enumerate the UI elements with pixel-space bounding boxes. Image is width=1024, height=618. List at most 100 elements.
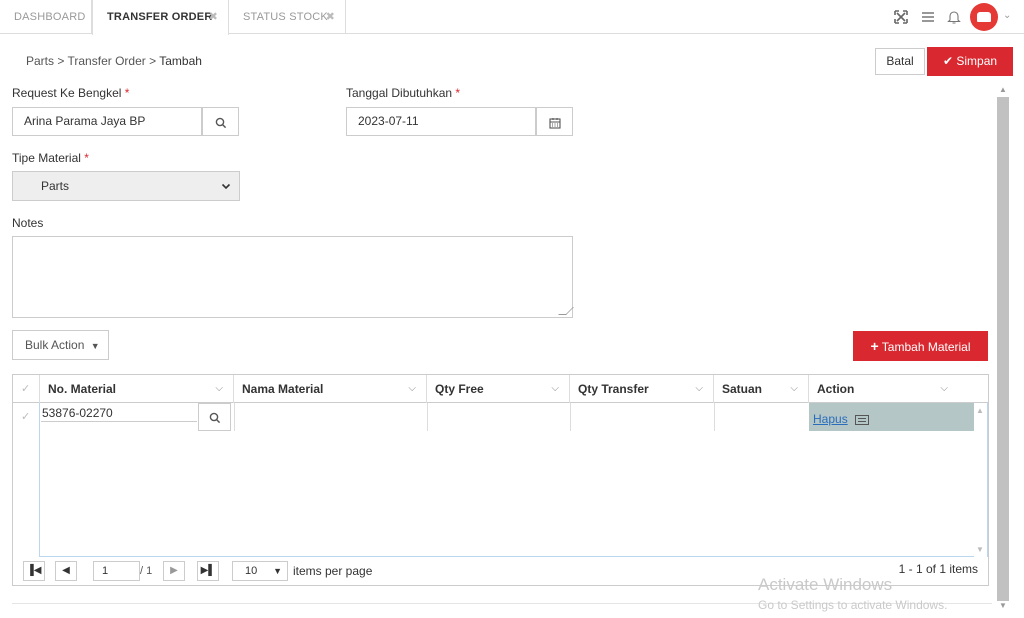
page-size-value: 10 (245, 565, 258, 577)
scroll-up-icon[interactable]: ▲ (976, 406, 984, 415)
cell-action: Hapus (809, 403, 975, 431)
bulk-action-label: Bulk Action (25, 338, 85, 352)
cell-qty-free[interactable] (427, 403, 570, 431)
chevron-down-icon[interactable]: ⌄ (1003, 10, 1011, 21)
resize-handle-icon[interactable] (558, 307, 574, 315)
simpan-button[interactable]: ✔ Simpan (927, 47, 1013, 76)
chevron-down-icon[interactable]: ⌵ (940, 375, 948, 403)
close-icon[interactable]: ✖ (209, 0, 218, 34)
col-qty-free[interactable]: Qty Free ⌵ (426, 375, 569, 403)
plus-icon: + (870, 338, 879, 354)
calendar-icon[interactable] (536, 107, 573, 136)
last-page-button[interactable]: ▶▌ (197, 561, 219, 581)
chevron-down-icon[interactable]: ⌵ (790, 375, 798, 403)
table-row[interactable]: 53876-02270 Hapus (40, 403, 989, 431)
tab-transfer-order-label: TRANSFER ORDER (107, 11, 213, 23)
tanggal-value: 2023-07-11 (358, 114, 419, 128)
search-icon[interactable] (202, 107, 239, 136)
tambah-material-button[interactable]: + Tambah Material (853, 331, 988, 361)
tab-bar: DASHBOARD TRANSFER ORDER ✖ STATUS STOCK … (0, 0, 1024, 35)
bulk-action-button[interactable]: Bulk Action ▼ (12, 330, 109, 360)
tipe-material-select[interactable]: Parts (12, 171, 240, 201)
request-bengkel-input[interactable]: Arina Parama Jaya BP (12, 107, 239, 136)
tipe-material-value: Parts (41, 179, 70, 193)
prev-page-button[interactable]: ◀ (55, 561, 77, 581)
fullscreen-icon[interactable] (893, 9, 909, 25)
material-input[interactable]: 53876-02270 (41, 404, 197, 422)
bell-icon[interactable] (946, 9, 962, 25)
scroll-up-icon[interactable]: ▲ (999, 85, 1007, 94)
batal-button[interactable]: Batal (875, 48, 925, 75)
col-satuan-label: Satuan (722, 382, 763, 396)
pager-info: 1 - 1 of 1 items (898, 562, 978, 576)
tanggal-label-text: Tanggal Dibutuhkan (346, 86, 453, 100)
check-icon: ✔ (942, 54, 954, 68)
col-action-label: Action (817, 382, 855, 396)
row-checkbox[interactable]: ✓ (21, 411, 33, 423)
notes-label: Notes (12, 216, 44, 230)
page-input[interactable]: 1 (93, 561, 140, 581)
page-total: / 1 (140, 565, 153, 577)
col-qty-transfer[interactable]: Qty Transfer ⌵ (569, 375, 713, 403)
select-all-checkbox[interactable]: ✓ (21, 383, 33, 395)
simpan-label: Simpan (956, 54, 998, 68)
avatar-car-icon[interactable] (970, 3, 998, 31)
cell-qty-transfer[interactable] (570, 403, 714, 431)
notes-textarea[interactable] (12, 236, 574, 318)
hapus-link[interactable]: Hapus (813, 412, 848, 426)
watermark-subtitle: Go to Settings to activate Windows. (758, 598, 948, 612)
col-qty-transfer-label: Qty Transfer (578, 382, 649, 396)
breadcrumb-transfer-order[interactable]: Transfer Order (68, 54, 146, 68)
watermark-title: Activate Windows (758, 575, 893, 594)
scroll-down-icon[interactable]: ▼ (999, 601, 1007, 610)
breadcrumb-sep: > (57, 54, 65, 68)
breadcrumb-parts[interactable]: Parts (26, 54, 54, 68)
cell-satuan (714, 403, 809, 431)
chevron-down-icon[interactable]: ⌵ (408, 375, 416, 403)
breadcrumb-sep: > (149, 54, 157, 68)
chevron-down-icon[interactable]: ⌵ (551, 375, 559, 403)
tanggal-label: Tanggal Dibutuhkan * (346, 86, 460, 100)
tambah-material-label: Tambah Material (881, 340, 971, 354)
col-qty-free-label: Qty Free (435, 382, 484, 396)
tab-dashboard-label: DASHBOARD (14, 11, 86, 23)
tab-status-stock[interactable]: STATUS STOCK ✖ (229, 0, 346, 34)
caret-down-icon: ▼ (90, 341, 100, 351)
scroll-thumb[interactable] (997, 97, 1009, 601)
per-page-label: items per page (293, 564, 373, 578)
tanggal-input[interactable]: 2023-07-11 (346, 107, 573, 136)
grid-scrollbar[interactable]: ▲ ▼ (974, 403, 987, 557)
tipe-label-text: Tipe Material (12, 151, 81, 165)
col-nama-material[interactable]: Nama Material ⌵ (233, 375, 426, 403)
scroll-down-icon[interactable]: ▼ (976, 545, 984, 554)
col-action[interactable]: Action ⌵ (808, 375, 958, 403)
col-nama-material-label: Nama Material (242, 382, 324, 396)
col-satuan[interactable]: Satuan ⌵ (713, 375, 808, 403)
required-mark: * (84, 151, 89, 165)
tab-transfer-order[interactable]: TRANSFER ORDER ✖ (92, 0, 229, 35)
request-label: Request Ke Bengkel * (12, 86, 129, 100)
request-bengkel-value: Arina Parama Jaya BP (24, 114, 146, 128)
required-mark: * (455, 86, 461, 100)
page-size-select[interactable]: 10 ▼ (232, 561, 288, 581)
cell-no-material[interactable]: 53876-02270 (40, 403, 234, 431)
material-grid: ✓ No. Material ⌵ Nama Material ⌵ Qty Fre… (12, 374, 989, 586)
request-label-text: Request Ke Bengkel (12, 86, 122, 100)
grid-header: ✓ No. Material ⌵ Nama Material ⌵ Qty Fre… (13, 375, 988, 403)
chevron-down-icon[interactable]: ⌵ (695, 375, 703, 403)
chevron-down-icon (221, 172, 231, 200)
list-icon[interactable] (855, 415, 869, 425)
tab-status-stock-label: STATUS STOCK (243, 11, 328, 23)
tab-dashboard[interactable]: DASHBOARD (0, 0, 92, 34)
breadcrumb-current: Tambah (159, 54, 202, 68)
breadcrumb: Parts > Transfer Order > Tambah (26, 54, 202, 68)
page-scrollbar[interactable]: ▲ ▼ (997, 85, 1009, 610)
cell-nama-material (234, 403, 427, 431)
menu-icon[interactable] (920, 9, 936, 25)
col-no-material[interactable]: No. Material ⌵ (39, 375, 233, 403)
search-icon[interactable] (198, 403, 231, 431)
chevron-down-icon[interactable]: ⌵ (215, 375, 223, 403)
next-page-button[interactable]: ▶ (163, 561, 185, 581)
close-icon[interactable]: ✖ (326, 0, 335, 34)
first-page-button[interactable]: ▐◀ (23, 561, 45, 581)
